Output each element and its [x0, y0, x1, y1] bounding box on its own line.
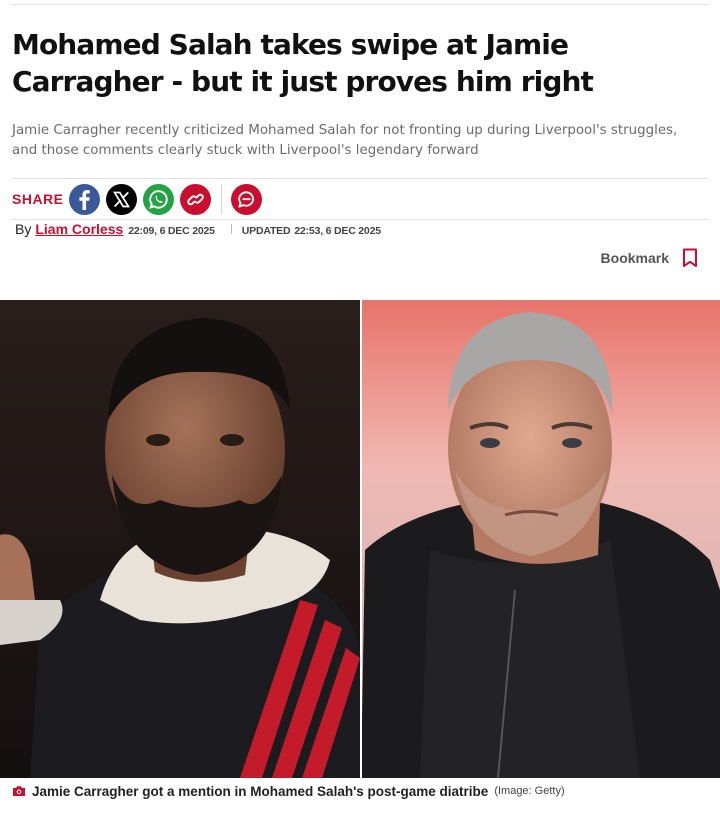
updated-label: UPDATED [241, 225, 291, 237]
bookmark-button[interactable]: Bookmark [601, 246, 698, 270]
byline-separator [230, 224, 232, 234]
caption-credit: (Image: Getty) [494, 785, 565, 797]
share-whatsapp-button[interactable] [142, 183, 174, 215]
author-link[interactable]: Liam Corless [35, 221, 123, 237]
article-standfirst: Jamie Carragher recently criticized Moha… [12, 123, 678, 158]
divider [12, 219, 708, 220]
byline: By Liam Corless 22:09, 6 DEC 2025 UPDATE… [15, 221, 381, 239]
share-copy-link-button[interactable] [179, 183, 211, 215]
byline-prefix: By [15, 221, 32, 237]
share-bar: SHARE [12, 183, 268, 215]
facebook-icon [78, 189, 90, 210]
x-icon [112, 191, 130, 207]
updated-timestamp: 22:53, 6 DEC 2025 [294, 225, 381, 237]
divider [12, 178, 708, 179]
share-label: SHARE [12, 191, 64, 207]
bookmark-icon [683, 248, 697, 267]
camera-icon [12, 785, 26, 797]
comments-button[interactable] [230, 183, 262, 215]
published-timestamp: 22:09, 6 DEC 2025 [128, 225, 215, 237]
whatsapp-icon [148, 189, 168, 209]
top-divider [12, 4, 708, 5]
share-x-button[interactable] [105, 183, 137, 215]
bookmark-label: Bookmark [600, 250, 669, 266]
comment-icon [237, 190, 254, 207]
hero-image [0, 300, 720, 778]
link-icon [186, 193, 204, 205]
share-facebook-button[interactable] [68, 183, 100, 215]
hero-caption: Jamie Carragher got a mention in Mohamed… [12, 781, 565, 801]
article-headline: Mohamed Salah takes swipe at Jamie Carra… [12, 28, 594, 98]
share-divider [220, 184, 222, 214]
caption-text: Jamie Carragher got a mention in Mohamed… [32, 783, 489, 799]
